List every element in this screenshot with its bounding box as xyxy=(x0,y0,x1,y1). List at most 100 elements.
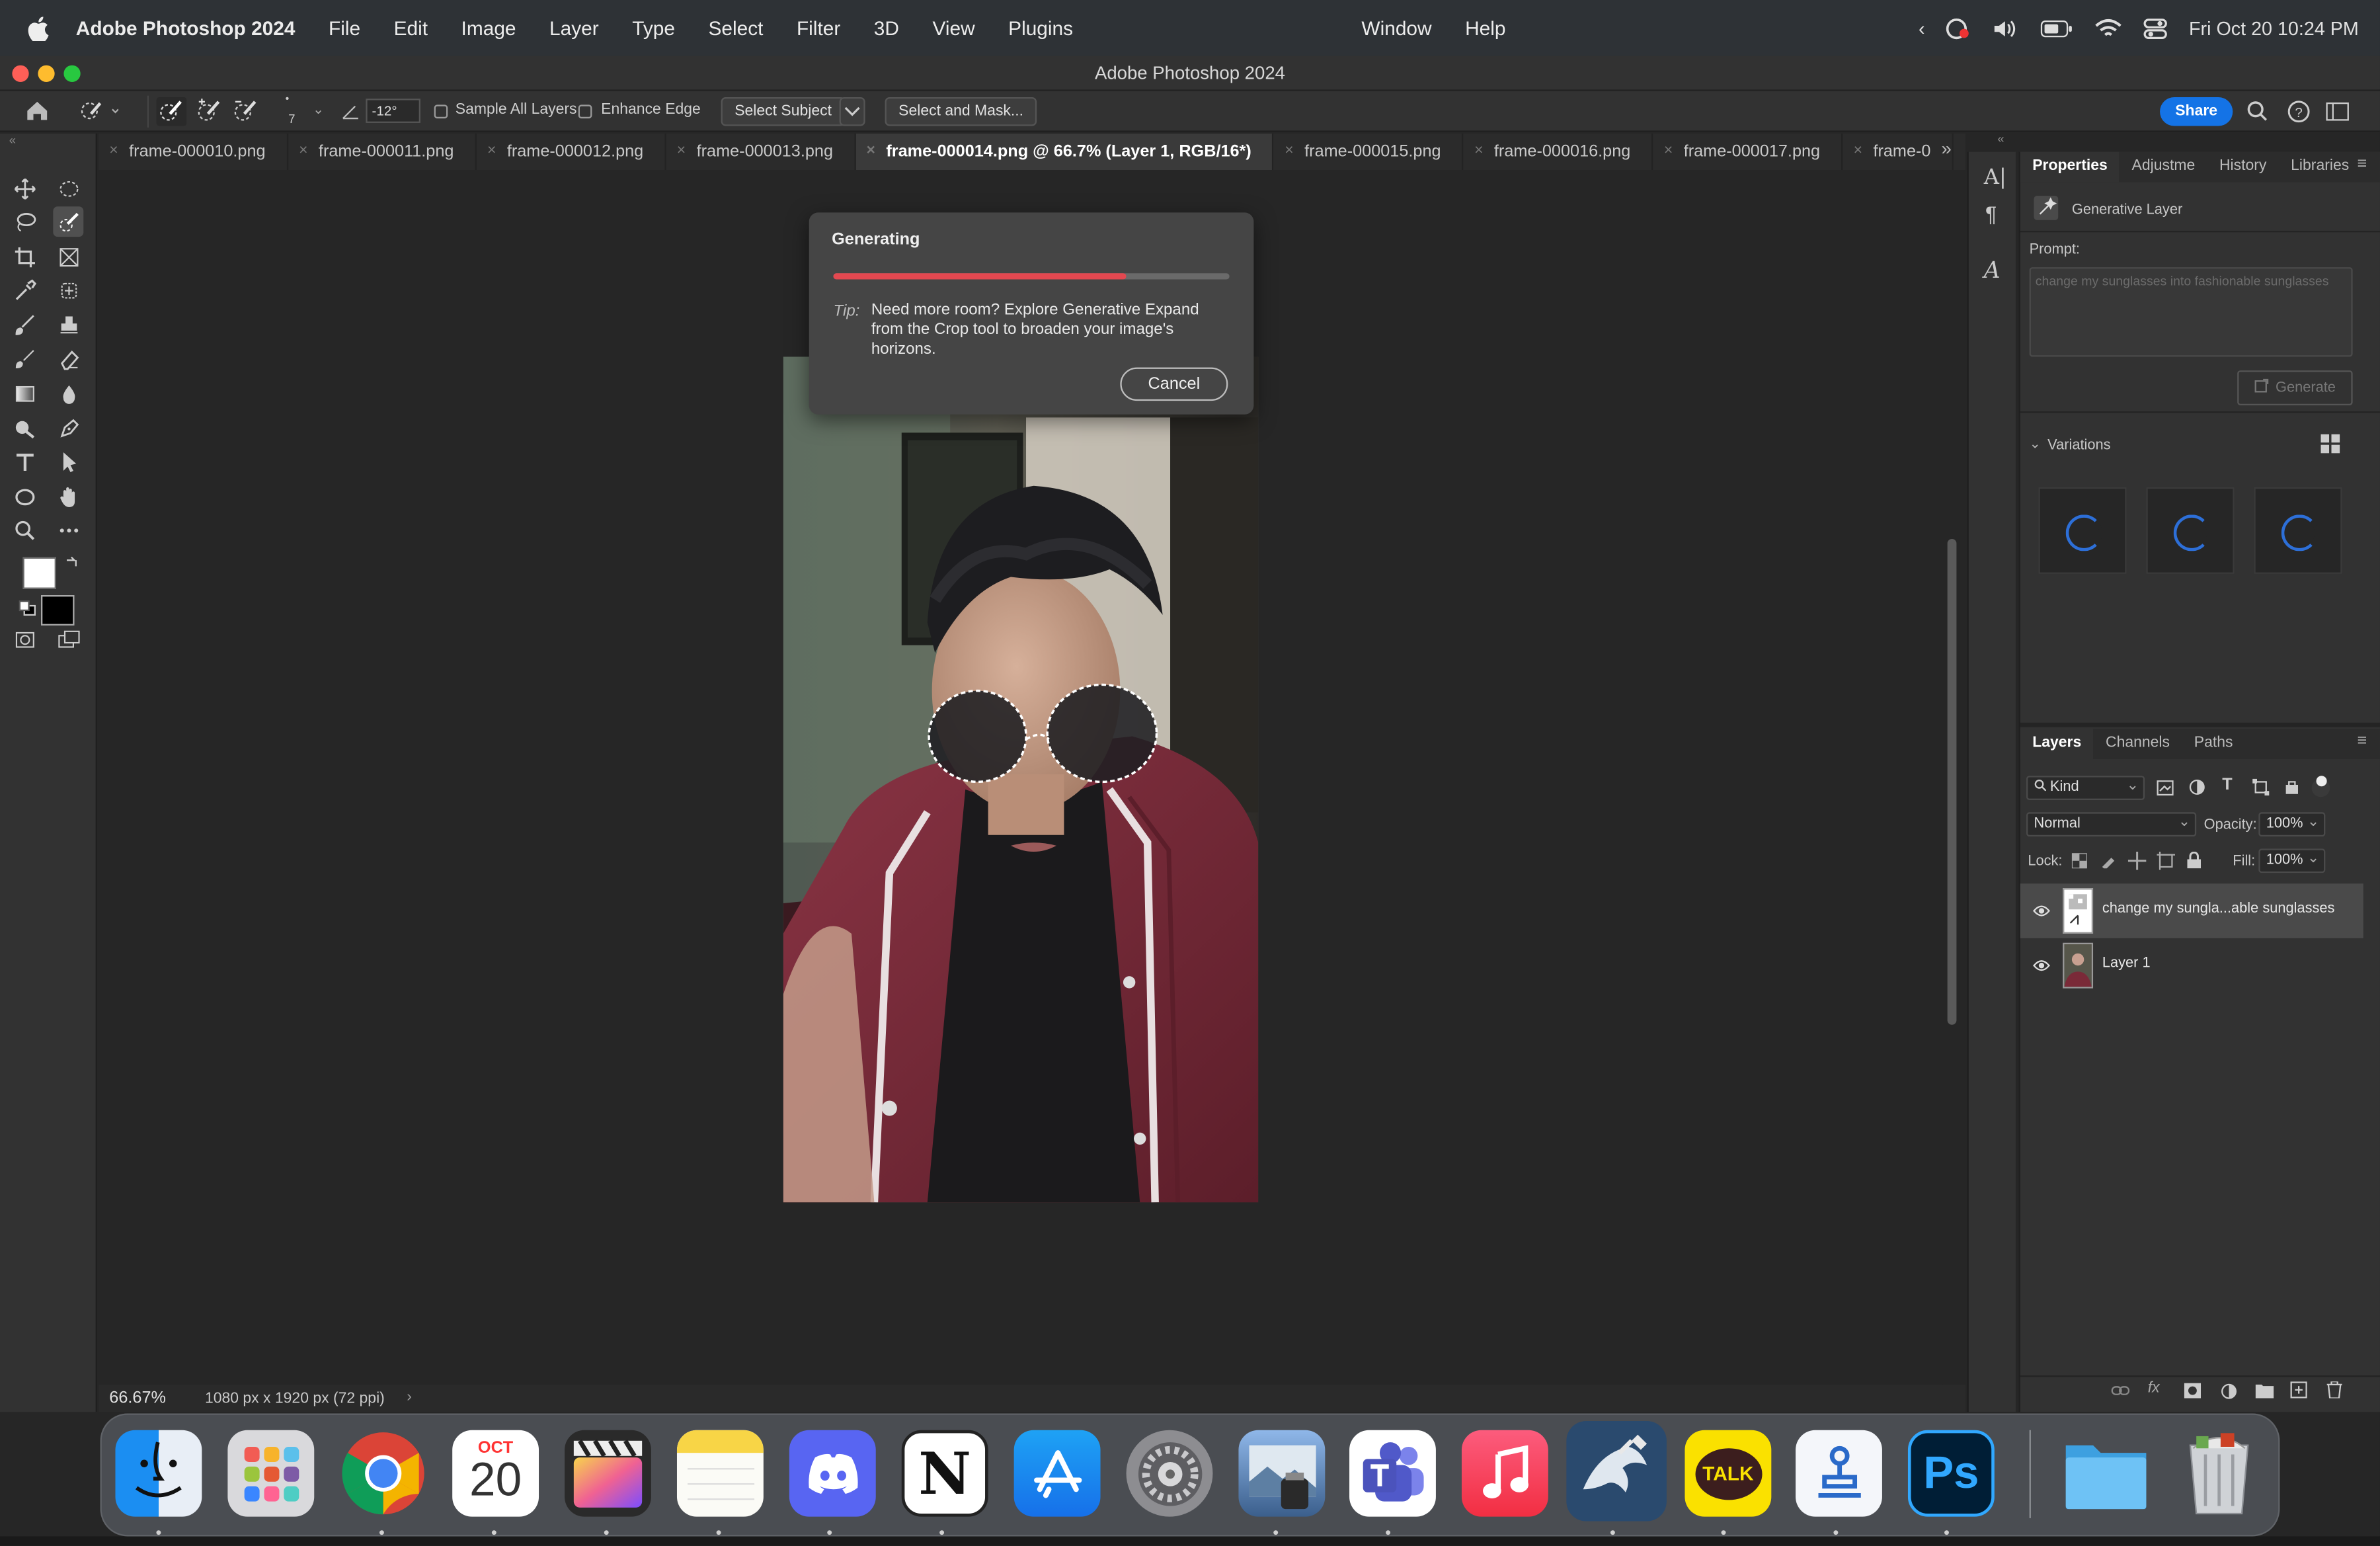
opacity-input[interactable]: 100% ⌄ xyxy=(2258,812,2326,837)
folder-icon[interactable] xyxy=(2063,1430,2149,1517)
collapse-panels-icon[interactable]: « xyxy=(1997,132,2004,146)
visibility-eye-icon[interactable] xyxy=(2032,902,2051,920)
workspace-icon[interactable] xyxy=(2325,102,2350,122)
close-tab-icon[interactable]: × xyxy=(299,134,307,170)
lock-all-icon[interactable] xyxy=(2187,852,2202,869)
path-selection-icon[interactable] xyxy=(53,446,83,477)
add-mask-icon[interactable] xyxy=(2184,1383,2202,1399)
lock-image-icon[interactable] xyxy=(2101,853,2116,869)
notion-icon[interactable]: N xyxy=(901,1430,988,1517)
close-tab-icon[interactable]: × xyxy=(1474,134,1483,170)
more-tools-icon[interactable] xyxy=(53,514,83,545)
add-to-selection-icon[interactable] xyxy=(194,97,225,126)
enhance-edge-checkbox[interactable] xyxy=(578,104,592,119)
paragraph-panel-icon[interactable]: ¶ xyxy=(1985,202,1997,226)
swap-colors-icon[interactable] xyxy=(63,555,79,571)
tab-adjustments[interactable]: Adjustme xyxy=(2120,152,2207,183)
photoshop-icon[interactable]: Ps xyxy=(1907,1430,1995,1517)
eyedropper-tool-icon[interactable] xyxy=(9,275,40,305)
cancel-button[interactable]: Cancel xyxy=(1120,367,1228,401)
search-icon[interactable] xyxy=(2246,101,2268,122)
tab-layers[interactable]: Layers xyxy=(2020,729,2094,759)
background-color-swatch[interactable] xyxy=(40,594,75,626)
volume-icon[interactable] xyxy=(1992,17,2019,38)
sample-all-layers-checkbox[interactable] xyxy=(434,104,448,119)
filter-adjustment-icon[interactable] xyxy=(2189,779,2205,795)
tab-paths[interactable]: Paths xyxy=(2182,729,2244,759)
discord-icon[interactable] xyxy=(789,1430,876,1517)
menu-edit[interactable]: Edit xyxy=(394,17,428,39)
move-tool-icon[interactable] xyxy=(9,173,40,204)
chrome-icon[interactable] xyxy=(340,1430,426,1517)
frame-tool-icon[interactable] xyxy=(53,241,83,272)
new-layer-icon[interactable] xyxy=(2290,1381,2307,1399)
shape-tool-icon[interactable] xyxy=(9,481,40,512)
tab-frame-000014[interactable]: × frame-000014.png @ 66.7% (Layer 1, RGB/… xyxy=(855,134,1275,171)
quick-selection-tool-icon[interactable] xyxy=(53,206,84,237)
angle-input[interactable]: -12° xyxy=(366,99,420,123)
collapse-icon[interactable]: « xyxy=(9,134,16,147)
zoom-tool-icon[interactable] xyxy=(9,514,40,545)
glyphs-panel-icon[interactable]: A xyxy=(1984,257,2001,284)
layer-row-generative[interactable]: change my sungla...able sunglasses xyxy=(2020,883,2363,938)
crop-tool-icon[interactable] xyxy=(9,241,40,272)
chevron-down-icon[interactable]: ⌄ xyxy=(2030,436,2041,452)
notification-icon[interactable] xyxy=(1946,17,1971,39)
menu-filter[interactable]: Filter xyxy=(797,17,840,39)
prompt-input[interactable]: change my sunglasses into fashionable su… xyxy=(2029,267,2353,357)
panel-menu-icon[interactable]: ≡ xyxy=(2358,732,2367,751)
blur-tool-icon[interactable] xyxy=(53,378,83,409)
subtract-from-selection-icon[interactable] xyxy=(231,97,261,126)
remote-desktop-icon[interactable] xyxy=(1796,1430,1882,1517)
mysql-workbench-icon[interactable] xyxy=(1566,1420,1667,1522)
grid-view-icon[interactable] xyxy=(2320,434,2340,454)
healing-brush-icon[interactable] xyxy=(53,275,83,305)
control-center-icon[interactable] xyxy=(2143,17,2168,38)
chevron-left-icon[interactable]: ‹ xyxy=(1919,17,1925,38)
variation-thumb-1[interactable] xyxy=(2038,487,2127,574)
calendar-icon[interactable]: OCT 20 xyxy=(452,1430,539,1517)
tab-frame-000015[interactable]: × frame-000015.png xyxy=(1274,134,1464,171)
variation-thumb-2[interactable] xyxy=(2146,487,2235,574)
tab-frame-000010[interactable]: × frame-000010.png xyxy=(99,134,289,171)
tab-properties[interactable]: Properties xyxy=(2020,151,2120,183)
wifi-icon[interactable] xyxy=(2095,17,2122,38)
menu-select[interactable]: Select xyxy=(708,17,763,39)
final-cut-icon[interactable] xyxy=(565,1430,651,1517)
more-tabs-icon[interactable]: » xyxy=(1941,138,1951,159)
share-button[interactable]: Share xyxy=(2160,97,2233,126)
tab-frame-000011[interactable]: × frame-000011.png xyxy=(288,134,477,171)
close-tab-icon[interactable]: × xyxy=(109,134,118,170)
music-icon[interactable] xyxy=(1461,1430,1548,1517)
visibility-eye-icon[interactable] xyxy=(2032,956,2051,975)
dodge-tool-icon[interactable] xyxy=(9,413,40,443)
menu-view[interactable]: View xyxy=(932,17,974,39)
marquee-tool-icon[interactable] xyxy=(53,173,83,204)
tab-frame-000017[interactable]: × frame-000017.png xyxy=(1653,134,1843,171)
vertical-scrollbar[interactable] xyxy=(1947,539,1957,1025)
close-tab-icon[interactable]: × xyxy=(1854,134,1862,170)
close-window-button[interactable] xyxy=(12,65,29,82)
layer-row-layer-1[interactable]: Layer 1 xyxy=(2020,938,2363,993)
delete-layer-icon[interactable] xyxy=(2326,1381,2342,1399)
tab-frame-000013[interactable]: × frame-000013.png xyxy=(666,134,856,171)
filter-toggle[interactable] xyxy=(2311,776,2330,797)
close-tab-icon[interactable]: × xyxy=(867,134,875,170)
menu-plugins[interactable]: Plugins xyxy=(1008,17,1073,39)
close-tab-icon[interactable]: × xyxy=(1285,134,1293,170)
menu-help[interactable]: Help xyxy=(1465,17,1505,39)
fill-input[interactable]: 100% ⌄ xyxy=(2258,848,2326,874)
type-tool-icon[interactable] xyxy=(9,446,40,477)
new-selection-icon[interactable] xyxy=(156,97,187,126)
brush-preview-icon[interactable]: • xyxy=(286,94,290,104)
filter-type-icon[interactable]: T xyxy=(2222,776,2232,794)
apple-icon[interactable] xyxy=(27,16,49,40)
menu-image[interactable]: Image xyxy=(461,17,516,39)
close-tab-icon[interactable]: × xyxy=(487,134,496,170)
system-settings-icon[interactable] xyxy=(1126,1430,1213,1517)
lock-artboard-icon[interactable] xyxy=(2157,852,2176,870)
app-store-icon[interactable] xyxy=(1013,1430,1101,1517)
default-colors-icon[interactable] xyxy=(19,600,37,616)
zoom-window-button[interactable] xyxy=(63,65,81,82)
tab-frame-more[interactable]: × frame-0 xyxy=(1843,134,1954,171)
